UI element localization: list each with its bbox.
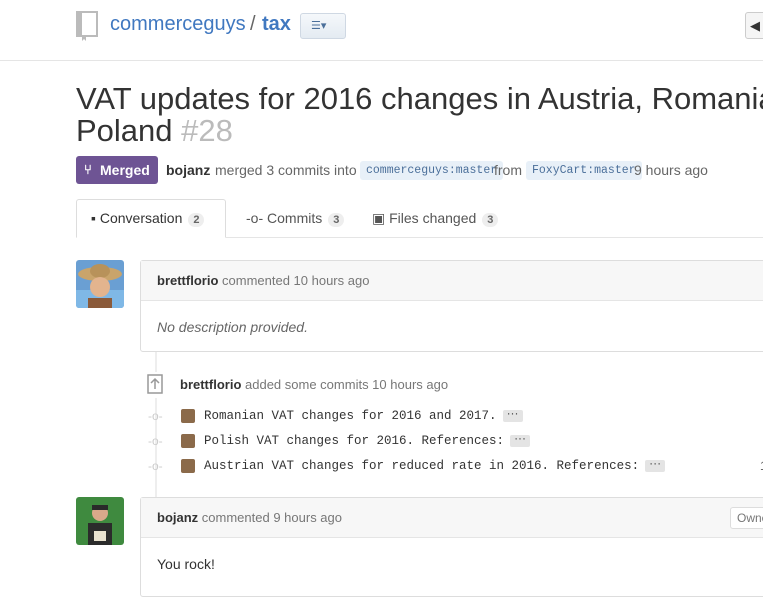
tab-conversation[interactable]: ▪ Conversation 2 xyxy=(76,199,226,238)
comment-author-1[interactable]: brettflorio xyxy=(157,273,218,288)
commit-row: -o- Romanian VAT changes for 2016 and 20… xyxy=(148,407,763,427)
commit-row: -o- Polish VAT changes for 2016. Referen… xyxy=(148,432,763,452)
merged-state-label: Merged xyxy=(100,162,150,178)
commit-dot-icon: -o- xyxy=(148,434,163,448)
commit-message-link[interactable]: Austrian VAT changes for reduced rate in… xyxy=(204,457,666,473)
push-action: added some commits 10 hours ago xyxy=(245,377,449,392)
merger-link[interactable]: bojanz xyxy=(166,162,210,178)
tab-conversation-count: 2 xyxy=(188,213,205,227)
avatar-bojanz[interactable] xyxy=(76,497,124,545)
avatar-brettflorio[interactable] xyxy=(76,260,124,308)
tab-files-text: Files changed xyxy=(389,210,477,226)
expand-commit-button[interactable]: ··· xyxy=(502,407,523,422)
commit-avatar[interactable] xyxy=(181,434,195,448)
watch-button[interactable]: ◀ xyxy=(745,12,763,39)
commit-message[interactable]: Romanian VAT changes for 2016 and 2017. xyxy=(204,409,497,423)
chevron-left-icon: ◀ xyxy=(750,18,760,33)
repo-menu-button[interactable]: ☰▾ xyxy=(300,13,346,39)
comment-icon: ▪ xyxy=(91,210,96,226)
commit-message[interactable]: Austrian VAT changes for reduced rate in… xyxy=(204,459,639,473)
comment-header-2: bojanz commented 9 hours ago xyxy=(141,498,763,538)
base-branch[interactable]: commerceguys:master xyxy=(360,161,504,180)
owner-badge: Owne xyxy=(730,507,763,529)
pr-title-text: Poland xyxy=(76,113,173,148)
comment-meta-1: brettflorio commented 10 hours ago xyxy=(157,273,369,288)
comment-action-1: commented 10 hours ago xyxy=(222,273,370,288)
repo-icon xyxy=(76,11,98,41)
tab-files-count: 3 xyxy=(482,213,499,227)
repo-header: commerceguys / tax ☰▾ ◀ xyxy=(0,0,763,61)
merge-icon: ⑂ xyxy=(84,162,92,177)
commit-message-link[interactable]: Romanian VAT changes for 2016 and 2017. ·… xyxy=(204,407,523,423)
commit-dot-icon: -o- xyxy=(148,409,163,423)
repo-name-link[interactable]: tax xyxy=(262,13,291,36)
commit-message[interactable]: Polish VAT changes for 2016. References: xyxy=(204,434,504,448)
comment-box-1: brettflorio commented 10 hours ago No de… xyxy=(140,260,763,352)
comment-box-2: bojanz commented 9 hours ago You rock! xyxy=(140,497,763,597)
commit-avatar[interactable] xyxy=(181,409,195,423)
tab-commits-count: 3 xyxy=(328,213,345,227)
comment-author-2[interactable]: bojanz xyxy=(157,510,198,525)
head-branch[interactable]: FoxyCart:master xyxy=(526,161,642,180)
commit-icon: -o- xyxy=(246,210,264,226)
push-author[interactable]: brettflorio xyxy=(180,377,241,392)
from-text: from xyxy=(494,162,522,178)
pr-number: #28 xyxy=(181,113,233,148)
merged-time: 9 hours ago xyxy=(634,162,708,178)
commit-dot-icon: -o- xyxy=(148,459,163,473)
pr-title-line2: Poland #28 xyxy=(76,114,233,148)
merged-state-badge: ⑂ Merged xyxy=(76,156,158,184)
avatar-image xyxy=(76,497,124,545)
commit-avatar[interactable] xyxy=(181,459,195,473)
comment-header-1: brettflorio commented 10 hours ago xyxy=(141,261,763,301)
comment-meta-2: bojanz commented 9 hours ago xyxy=(157,510,342,525)
comment-body-1: No description provided. xyxy=(157,319,308,335)
tab-files-changed[interactable]: ▣ Files changed 3 xyxy=(372,210,499,227)
commit-message-link[interactable]: Polish VAT changes for 2016. References:… xyxy=(204,432,531,448)
file-diff-icon: ▣ xyxy=(372,210,386,226)
push-event-text: brettflorio added some commits 10 hours … xyxy=(180,377,448,392)
tab-conversation-text: Conversation xyxy=(99,210,183,226)
repo-owner-link[interactable]: commerceguys xyxy=(110,13,246,36)
expand-commit-button[interactable]: ··· xyxy=(510,432,531,447)
tab-conversation-label: ▪ Conversation 2 xyxy=(91,210,205,227)
list-icon: ☰▾ xyxy=(311,20,327,32)
merged-text: merged 3 commits into xyxy=(215,162,357,178)
pr-title: VAT updates for 2016 changes in Austria,… xyxy=(76,81,763,116)
tab-commits[interactable]: -o- Commits 3 xyxy=(246,210,345,227)
tab-commits-text: Commits xyxy=(267,210,323,226)
avatar-image xyxy=(76,260,124,308)
comment-action-2: commented 9 hours ago xyxy=(201,510,342,525)
comment-body-2: You rock! xyxy=(157,556,215,572)
repo-separator: / xyxy=(250,13,256,35)
commit-row: -o- Austrian VAT changes for reduced rat… xyxy=(148,457,763,477)
expand-commit-button[interactable]: ··· xyxy=(645,457,666,472)
push-icon xyxy=(140,372,170,398)
